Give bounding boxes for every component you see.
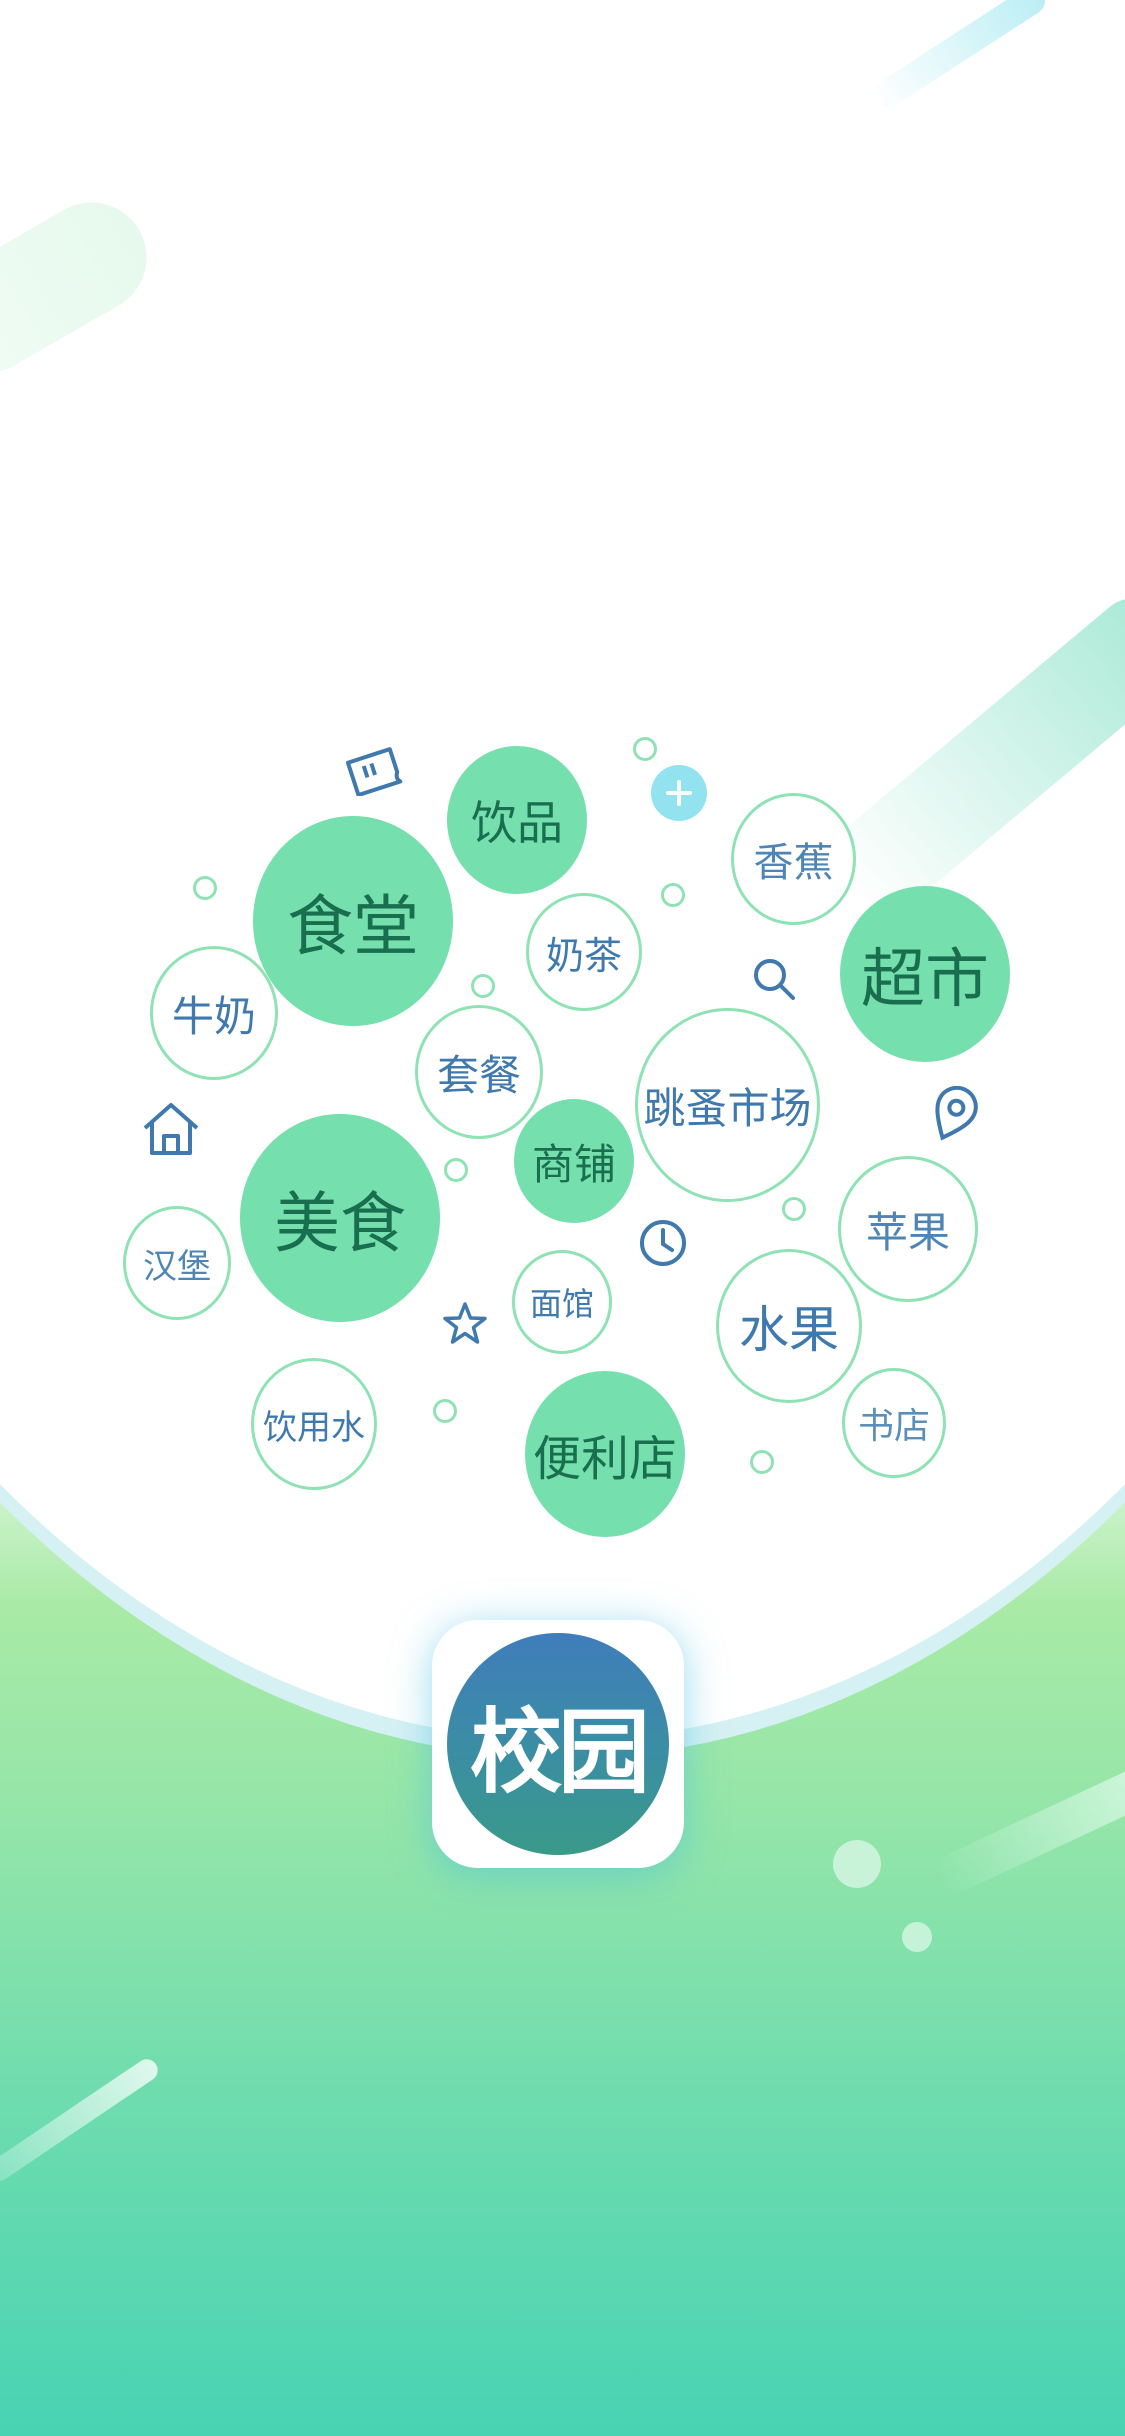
tag-label: 香蕉 — [753, 840, 834, 886]
tag-label: 汉堡 — [143, 1246, 211, 1287]
decor-glow-dot-small — [902, 1922, 932, 1952]
tag-label: 超市 — [861, 943, 989, 1017]
ticket-icon — [345, 747, 403, 796]
tag-label: 便利店 — [532, 1431, 677, 1487]
star-icon — [443, 1302, 487, 1344]
tag-label: 面馆 — [529, 1285, 594, 1323]
clock-icon — [640, 1220, 686, 1266]
tag-label: 书店 — [857, 1406, 930, 1447]
tag-label: 商铺 — [531, 1139, 616, 1189]
tag-bubble[interactable]: 书店 — [842, 1368, 946, 1478]
decor-dot — [433, 1399, 457, 1423]
decor-glow-dot — [833, 1840, 881, 1888]
app-icon-label: 校园 — [469, 1698, 650, 1806]
decor-dot — [633, 737, 657, 761]
location-icon — [935, 1086, 978, 1141]
tag-bubble[interactable]: 饮品 — [447, 746, 587, 894]
tag-label: 牛奶 — [171, 991, 256, 1041]
tag-bubble[interactable]: 饮用水 — [251, 1358, 377, 1490]
tag-label: 饮品 — [471, 796, 563, 850]
splash-screen: 饮品 香蕉 食堂 奶茶 超市 牛奶 套餐 跳蚤市场 商铺 美食 苹果 汉堡 面馆… — [0, 0, 1125, 2436]
app-icon-badge: 校园 — [447, 1633, 669, 1855]
home-icon — [143, 1103, 199, 1155]
tag-bubble[interactable]: 水果 — [716, 1249, 862, 1403]
tag-bubble[interactable]: 香蕉 — [731, 793, 856, 925]
tag-label: 跳蚤市场 — [643, 1083, 812, 1133]
tag-label: 奶茶 — [545, 933, 622, 978]
tag-bubble[interactable]: 超市 — [840, 886, 1010, 1062]
decor-dot — [750, 1450, 774, 1474]
tag-label: 食堂 — [287, 888, 419, 965]
decor-dot — [193, 876, 217, 900]
tag-bubble[interactable]: 食堂 — [253, 816, 453, 1026]
tag-label: 美食 — [274, 1185, 406, 1262]
tag-bubble[interactable]: 跳蚤市场 — [635, 1008, 820, 1202]
tag-bubble[interactable]: 套餐 — [415, 1005, 543, 1139]
tag-label: 套餐 — [436, 1050, 521, 1100]
app-icon[interactable]: 校园 — [432, 1620, 684, 1868]
tag-bubble[interactable]: 面馆 — [512, 1250, 612, 1354]
tag-bubble[interactable]: 商铺 — [514, 1099, 634, 1223]
search-icon — [754, 959, 795, 1000]
decor-dot — [471, 974, 495, 998]
tag-bubble[interactable]: 牛奶 — [150, 946, 278, 1080]
decor-dot — [661, 883, 685, 907]
decor-dot — [782, 1197, 806, 1221]
tag-label: 水果 — [739, 1301, 839, 1359]
plus-icon[interactable] — [650, 764, 708, 822]
tag-label: 饮用水 — [263, 1407, 365, 1448]
tag-bubble[interactable]: 奶茶 — [526, 893, 642, 1011]
tag-bubble[interactable]: 苹果 — [838, 1156, 978, 1302]
decor-stroke-bottom-right — [931, 1751, 1125, 1899]
decor-dot — [444, 1158, 468, 1182]
tag-label: 苹果 — [865, 1207, 950, 1257]
tag-bubble[interactable]: 汉堡 — [123, 1206, 231, 1320]
tag-bubble[interactable]: 美食 — [240, 1114, 440, 1322]
decor-stroke-bottom-left — [0, 2055, 162, 2186]
tag-bubble[interactable]: 便利店 — [525, 1371, 685, 1537]
